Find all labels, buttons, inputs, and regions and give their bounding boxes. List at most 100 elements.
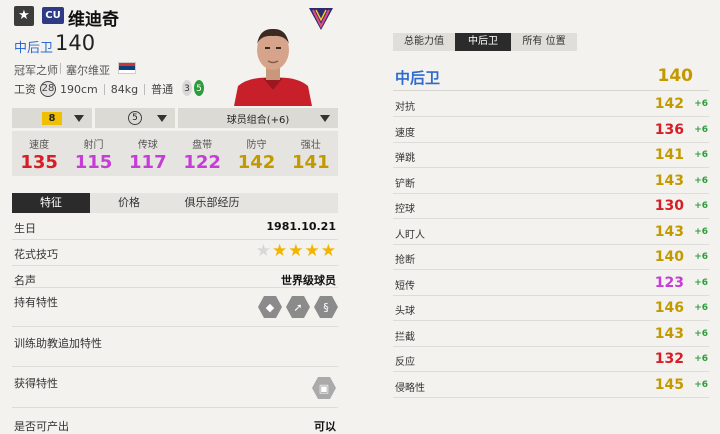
main-stat-label: 防守 — [246, 140, 267, 151]
attribute-name: 短传 — [395, 280, 415, 292]
info-row: 工资 28 190cm 84kg 普通 — [14, 81, 173, 97]
main-stat-value: 142 — [237, 152, 276, 173]
main-stat-value: 115 — [74, 152, 113, 173]
star-icon: ★ — [255, 241, 271, 261]
combo-select[interactable]: 球员组合(+6) — [178, 108, 338, 128]
attribute-value: 140 — [654, 249, 684, 265]
attribute-value: 123 — [654, 274, 684, 291]
skill-moves-row: 花式技巧 ★ ★ ★ ★ ★ — [12, 241, 338, 266]
wage-label: 工资 — [14, 83, 36, 96]
level-value: 8 — [42, 111, 62, 125]
attribute-row: 铲断 143 +6 — [393, 169, 709, 194]
position-ovr: 140 — [55, 31, 96, 55]
attribute-name: 人盯人 — [395, 229, 425, 241]
divider — [60, 63, 61, 74]
attribute-row: 侵略性 145 +6 — [393, 373, 709, 398]
tab-overall[interactable]: 总能力值 — [393, 33, 455, 51]
main-stat-label: 传球 — [137, 140, 158, 151]
attribute-value: 145 — [654, 376, 684, 393]
attribute-value: 143 — [654, 325, 684, 342]
attribute-row: 短传 123 +6 — [393, 271, 709, 296]
reinforce-select[interactable]: 5 — [95, 108, 175, 128]
birthday-value: 1981.10.21 — [266, 220, 336, 233]
producible-label: 是否可产出 — [14, 420, 69, 433]
main-stat: 盘带 122 — [175, 131, 229, 176]
level-select[interactable]: 8 — [12, 108, 92, 128]
attribute-bonus: +6 — [694, 277, 708, 288]
attribute-bonus: +6 — [694, 252, 708, 262]
attribute-bonus: +6 — [694, 328, 708, 339]
trait-icon[interactable]: ◆ — [258, 295, 282, 319]
attribute-name: 侵略性 — [395, 382, 425, 394]
body-type: 普通 — [151, 83, 174, 96]
attribute-row: 控球 130 +6 — [393, 194, 709, 219]
trait-icon[interactable]: ➚ — [286, 295, 310, 319]
attribute-bonus: +6 — [694, 175, 708, 186]
attribute-value: 142 — [654, 96, 684, 112]
star-icon: ★ — [272, 241, 288, 261]
attribute-value: 132 — [654, 351, 684, 367]
tab-club-history[interactable]: 俱乐部经历 — [168, 193, 256, 213]
attribute-name: 速度 — [395, 127, 415, 139]
birthday-label: 生日 — [14, 222, 36, 235]
strong-foot-value: 5 — [196, 84, 202, 94]
producible-row: 是否可产出 可以 — [12, 418, 338, 434]
selector-row: 8 5 球员组合(+6) — [12, 108, 338, 128]
lock-icon[interactable]: ▣ — [312, 376, 336, 400]
divider — [103, 83, 105, 95]
attribute-name: 抢断 — [395, 255, 415, 266]
weight: 84kg — [110, 82, 139, 96]
attribute-value: 143 — [654, 223, 684, 240]
serbia-flag-icon — [118, 62, 136, 74]
star-icon[interactable]: ★ — [14, 6, 34, 26]
attribute-value: 136 — [654, 121, 684, 138]
training-traits-row: 训练助教追加特性 — [12, 335, 338, 367]
traits-label: 持有特性 — [14, 296, 58, 309]
attribute-name: 拦截 — [395, 331, 415, 343]
tab-cb[interactable]: 中后卫 — [455, 33, 511, 51]
attribute-name: 对抗 — [395, 102, 415, 113]
foot-icon: 3 5 — [182, 80, 204, 96]
attribute-value: 141 — [654, 147, 684, 163]
divider — [144, 83, 146, 95]
attribute-row: 弹跳 141 +6 — [393, 143, 709, 168]
nationality: 塞尔维亚 — [66, 64, 110, 77]
trait-icon[interactable]: § — [314, 295, 338, 319]
main-stat-value: 141 — [292, 152, 330, 173]
producible-value: 可以 — [314, 420, 336, 433]
reputation-row: 名声 世界级球员 — [12, 272, 338, 288]
height: 190cm — [60, 82, 98, 96]
acquired-traits-label: 获得特性 — [14, 377, 58, 390]
attribute-bonus: +6 — [694, 303, 708, 313]
traits-row: 持有特性 ◆ ➚ § — [12, 294, 338, 327]
main-stat-label: 强壮 — [300, 140, 321, 151]
tab-price[interactable]: 价格 — [90, 193, 168, 213]
attribute-value: 130 — [654, 198, 684, 214]
attribute-row: 反应 132 +6 — [393, 347, 709, 372]
star-icon: ★ — [304, 241, 320, 261]
attribute-bonus: +6 — [694, 124, 708, 135]
main-stat: 传球 117 — [121, 131, 175, 176]
main-stat-value: 135 — [20, 152, 58, 173]
main-stat-label: 速度 — [29, 140, 50, 151]
birthday-row: 生日 1981.10.21 — [12, 220, 338, 240]
main-stat: 射门 115 — [66, 131, 120, 176]
position-tabs: 总能力值 中后卫 所有 位置 — [393, 33, 577, 51]
position-ovr: 140 — [657, 66, 694, 86]
position-header: 中后卫 140 — [393, 63, 709, 91]
attribute-name: 头球 — [395, 306, 415, 317]
attribute-name: 控球 — [395, 204, 415, 215]
star-icon: ★ — [320, 241, 336, 261]
chevron-down-icon — [157, 115, 167, 122]
main-stat-label: 盘带 — [192, 140, 213, 151]
attribute-bonus: +6 — [694, 99, 708, 109]
attribute-value: 146 — [654, 300, 684, 316]
attribute-row: 头球 146 +6 — [393, 296, 709, 321]
wage-badge: 28 — [40, 81, 56, 97]
tab-traits[interactable]: 特征 — [12, 193, 90, 213]
main-stat-label: 射门 — [83, 140, 104, 151]
reputation-value: 世界级球员 — [281, 274, 336, 287]
tab-all-positions[interactable]: 所有 位置 — [511, 33, 577, 51]
season-badge: CU — [42, 7, 64, 24]
player-name: 维迪奇 — [68, 10, 119, 30]
